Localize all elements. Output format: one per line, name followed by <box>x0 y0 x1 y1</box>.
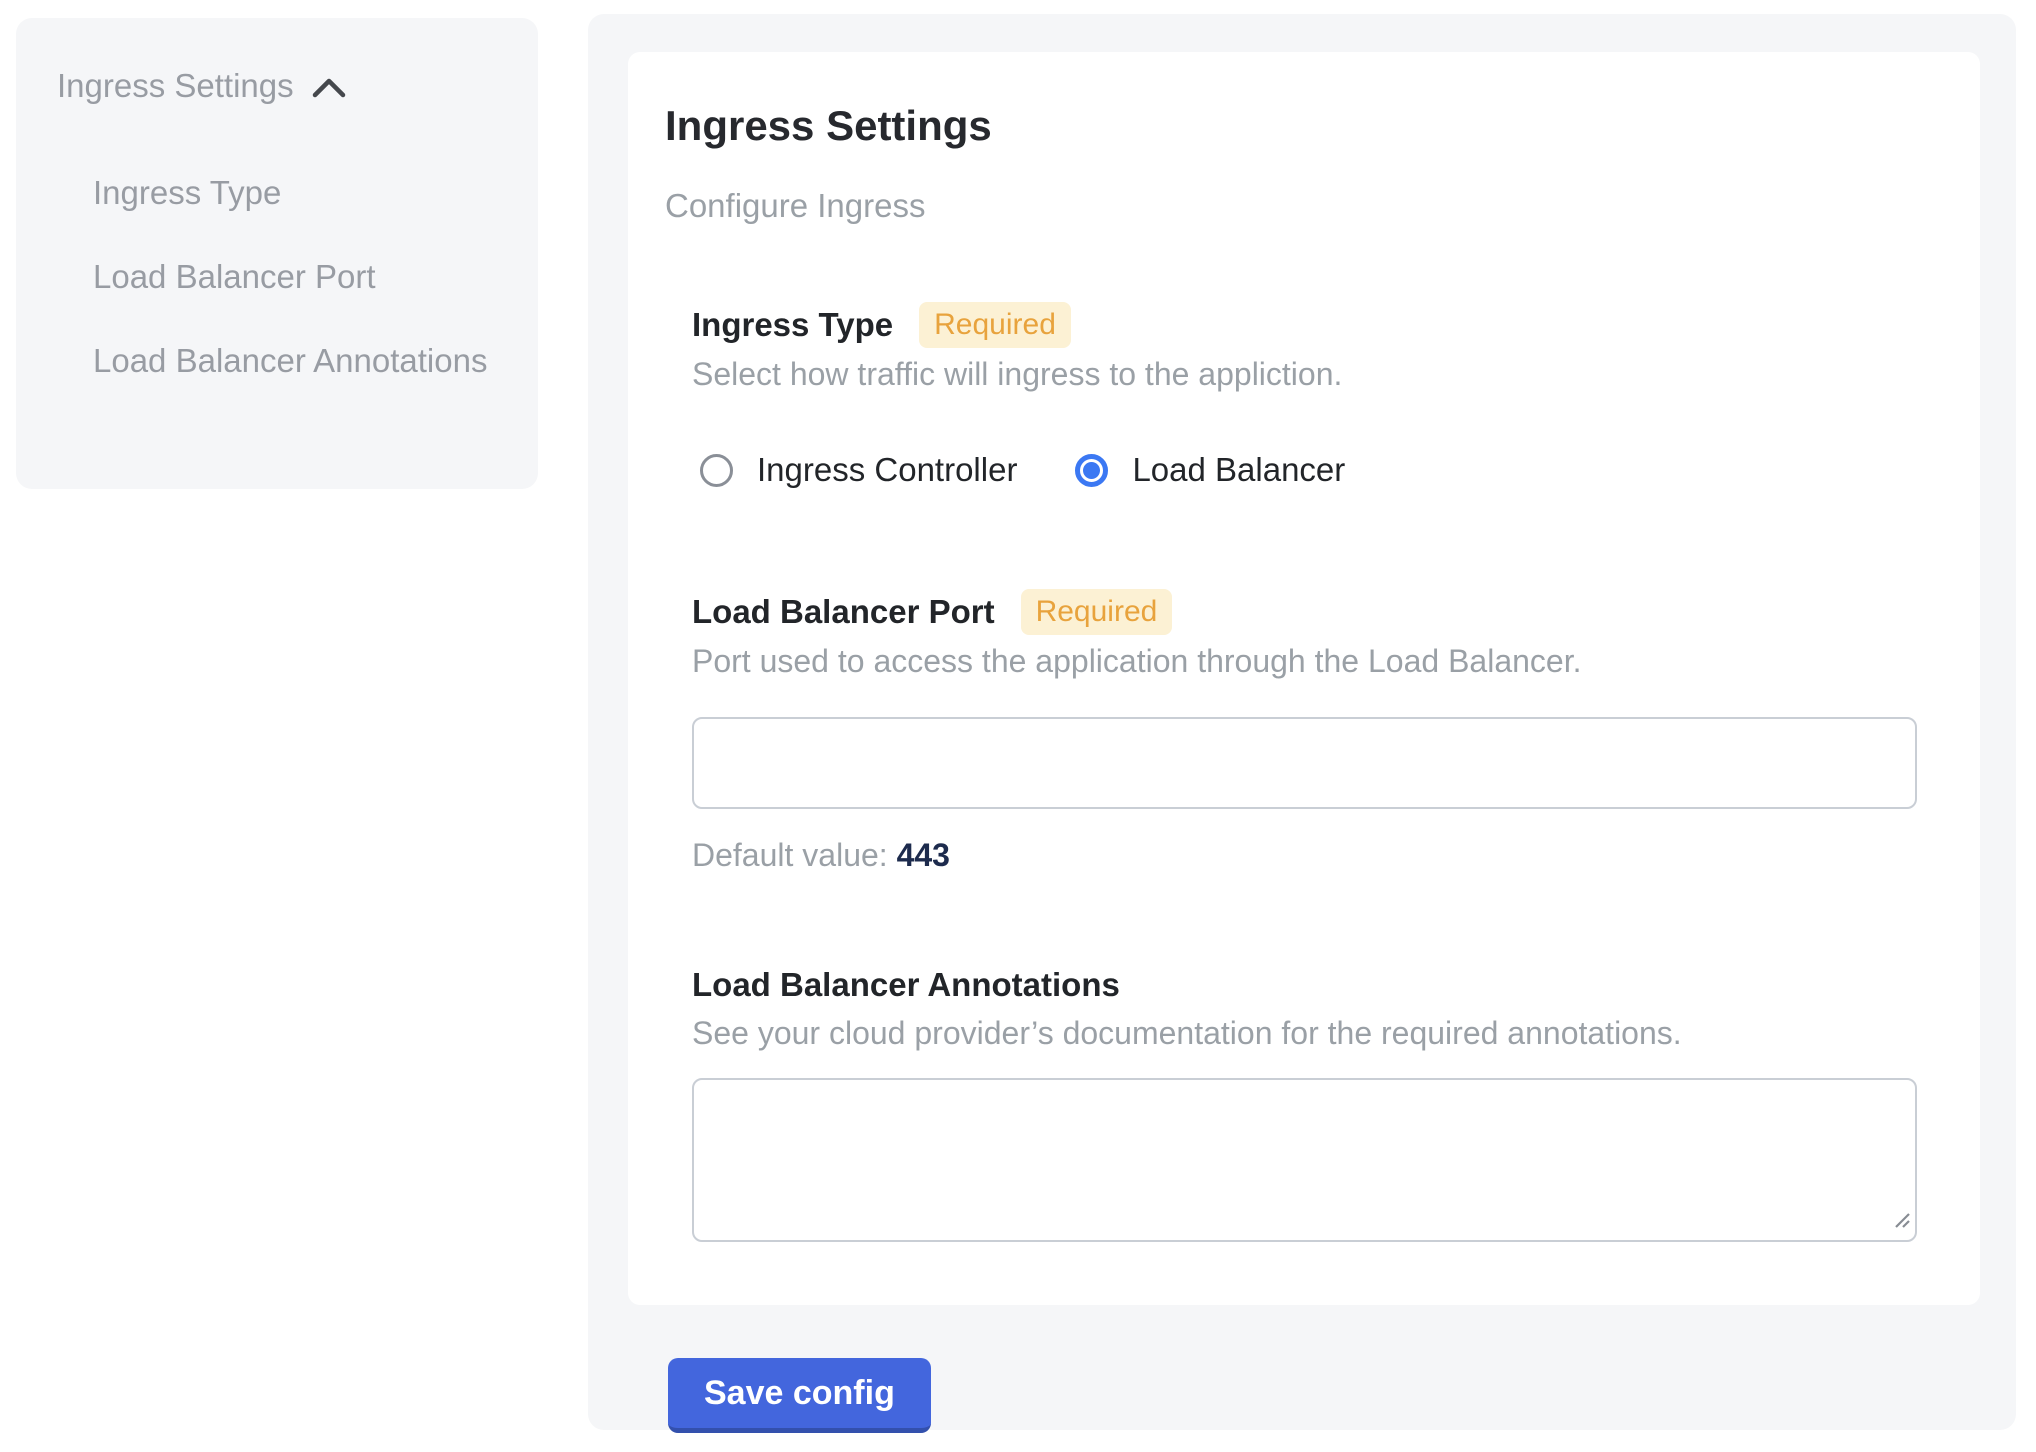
load-balancer-annotations-textarea[interactable] <box>692 1078 1917 1242</box>
field-label-load-balancer-annotations: Load Balancer Annotations <box>692 963 1917 1007</box>
radio-option-label: Load Balancer <box>1132 450 1345 490</box>
field-description: Select how traffic will ingress to the a… <box>692 354 1917 394</box>
section-load-balancer-annotations: Load Balancer Annotations See your cloud… <box>692 963 1917 1242</box>
required-badge: Required <box>919 302 1071 348</box>
sidebar-item-list: Ingress Type Load Balancer Port Load Bal… <box>57 162 498 391</box>
field-description: Port used to access the application thro… <box>692 641 1917 681</box>
field-label-text: Ingress Type <box>692 303 893 347</box>
ingress-type-radio-group: Ingress Controller Load Balancer <box>700 450 1917 490</box>
field-label-text: Load Balancer Port <box>692 590 995 634</box>
field-label-load-balancer-port: Load Balancer Port Required <box>692 589 1917 635</box>
section-ingress-type: Ingress Type Required Select how traffic… <box>692 302 1917 490</box>
sidebar-group-ingress-settings[interactable]: Ingress Settings <box>57 64 498 108</box>
hint-value: 443 <box>897 837 950 873</box>
hint-label: Default value: <box>692 837 888 873</box>
radio-button-icon[interactable] <box>1075 454 1108 487</box>
sidebar-item-ingress-type[interactable]: Ingress Type <box>93 162 493 223</box>
settings-sidebar: Ingress Settings Ingress Type Load Balan… <box>16 18 538 489</box>
sidebar-group-label: Ingress Settings <box>57 66 294 106</box>
ingress-settings-panel: Ingress Settings Configure Ingress Ingre… <box>588 14 2016 1430</box>
default-value-hint: Default value: 443 <box>692 835 1917 875</box>
field-label-ingress-type: Ingress Type Required <box>692 302 1917 348</box>
save-config-button[interactable]: Save config <box>668 1358 931 1433</box>
page-subtitle: Configure Ingress <box>665 186 1917 226</box>
sidebar-item-load-balancer-port[interactable]: Load Balancer Port <box>93 246 493 307</box>
field-label-text: Load Balancer Annotations <box>692 963 1120 1007</box>
chevron-up-icon <box>312 68 346 108</box>
required-badge: Required <box>1021 589 1173 635</box>
page-title: Ingress Settings <box>665 102 1917 150</box>
load-balancer-port-input[interactable] <box>692 717 1917 809</box>
radio-option-label: Ingress Controller <box>757 450 1017 490</box>
field-description: See your cloud provider’s documentation … <box>692 1013 1917 1053</box>
section-load-balancer-port: Load Balancer Port Required Port used to… <box>692 589 1917 875</box>
radio-button-icon[interactable] <box>700 454 733 487</box>
sidebar-item-load-balancer-annotations[interactable]: Load Balancer Annotations <box>93 330 493 391</box>
ingress-settings-card: Ingress Settings Configure Ingress Ingre… <box>628 52 1980 1305</box>
annotations-textarea-wrap <box>692 1078 1917 1242</box>
radio-option-ingress-controller[interactable]: Ingress Controller <box>700 450 1017 490</box>
radio-option-load-balancer[interactable]: Load Balancer <box>1075 450 1345 490</box>
